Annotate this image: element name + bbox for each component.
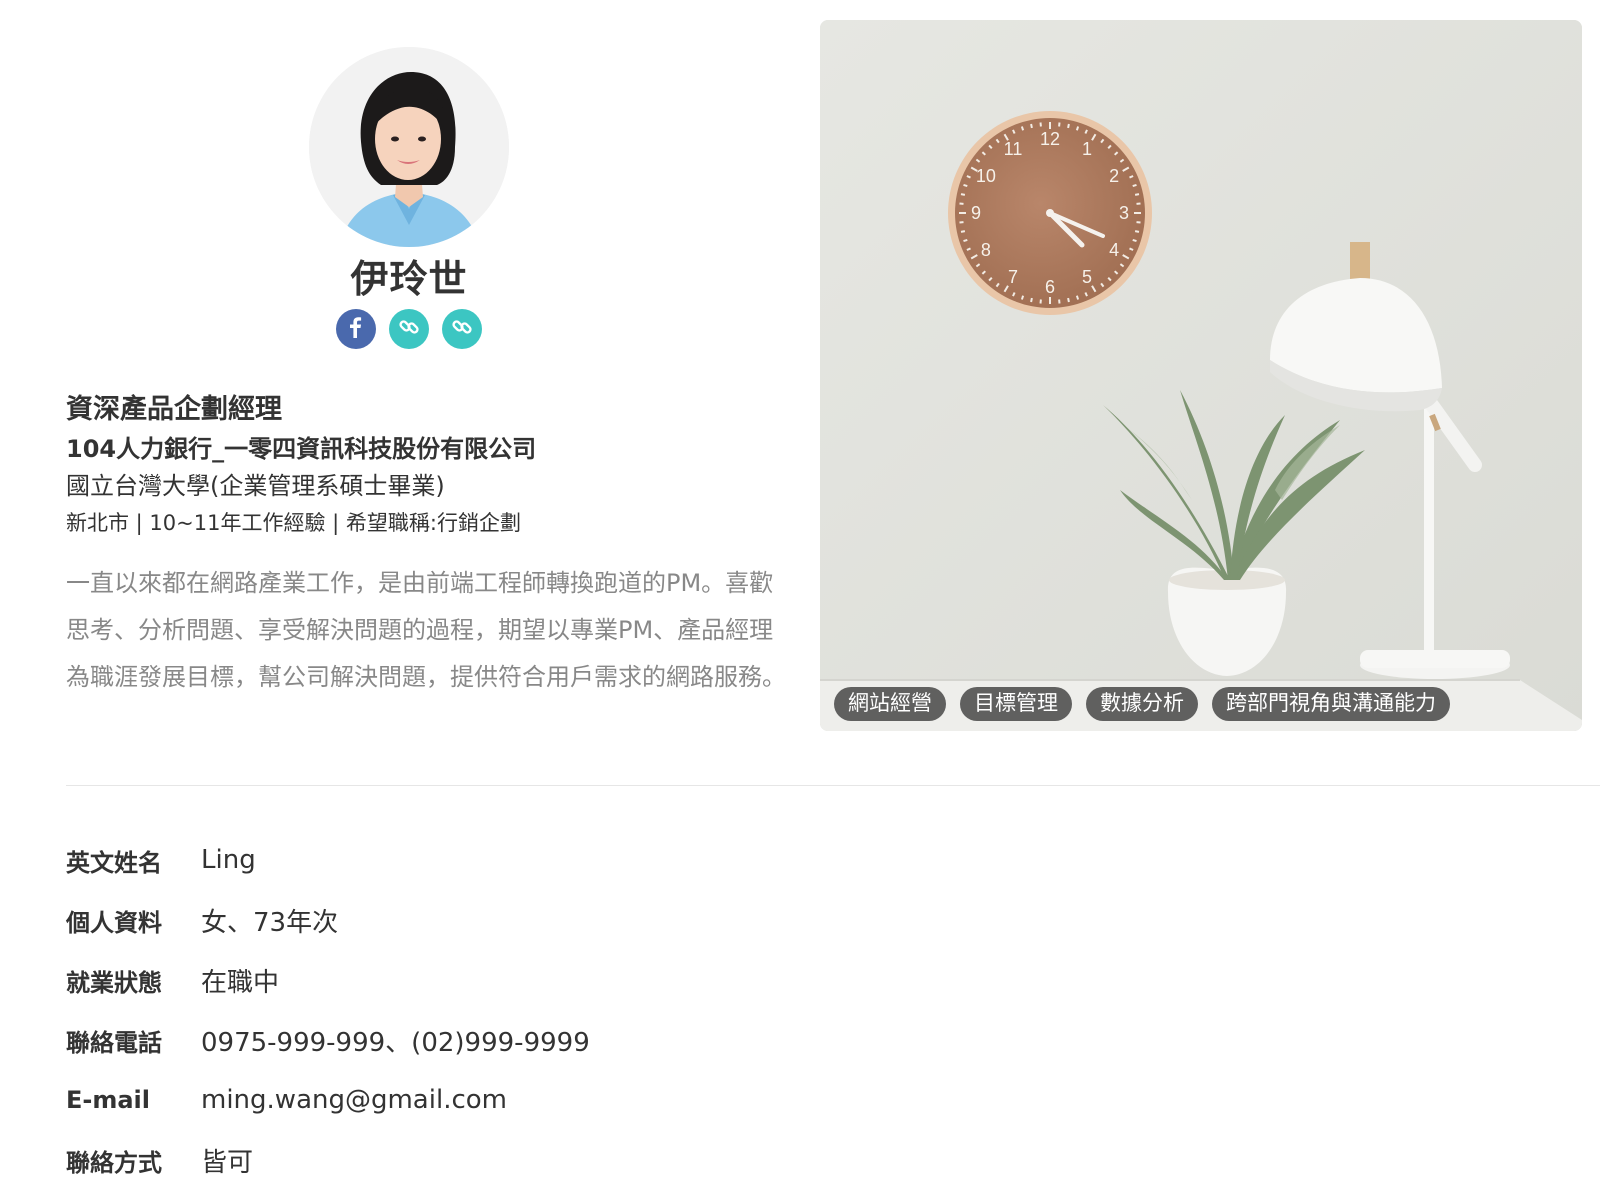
info-row-employment-status: 就業狀態 在職中 [66,950,590,1010]
info-value: Ling [201,845,256,875]
clock-number: 12 [1040,129,1060,149]
info-label: 個人資料 [66,908,162,937]
facebook-link-button[interactable] [336,309,376,349]
clock-tick [1132,183,1137,188]
info-label: 聯絡電話 [66,1028,162,1057]
skill-tag[interactable]: 數據分析 [1086,687,1198,721]
clock-number: 6 [1045,277,1055,297]
facebook-icon [346,316,366,342]
skill-tag[interactable]: 網站經營 [834,687,946,721]
education: 國立台灣大學(企業管理系碩士畢業) [66,472,445,500]
skill-tags: 網站經營 目標管理 數據分析 跨部門視角與溝通能力 [834,687,1450,721]
clock-tick [1030,297,1033,303]
clock-tick [963,183,968,188]
clock-tick [1075,295,1080,300]
clock-tick [963,238,968,243]
clock-number: 7 [1008,267,1018,287]
clock-number: 2 [1109,166,1119,186]
social-links [336,309,482,349]
info-value[interactable]: ming.wang@gmail.com [201,1085,507,1115]
info-row-english-name: 英文姓名 Ling [66,830,590,890]
clock-number: 9 [971,203,981,223]
clock-tick [1134,230,1140,233]
clock-number: 3 [1119,203,1129,223]
info-label: 聯絡方式 [66,1148,162,1177]
resume-profile-page: 伊玲世 資深產品企劃經理 104人力銀行_一零四資訊科技股份有限公司 國立台灣大… [0,0,1600,1200]
clock-number: 8 [981,240,991,260]
company-name: 104人力銀行_一零四資訊科技股份有限公司 [66,435,537,463]
self-introduction: 一直以來都在網路產業工作，是由前端工程師轉換跑道的PM。喜歡思考、分析問題、享受… [66,569,786,691]
skill-tag[interactable]: 目標管理 [960,687,1072,721]
clock-number: 5 [1082,267,1092,287]
wall-clock-image: 12 1234567891011 [948,111,1152,315]
personal-info-list: 英文姓名 Ling 個人資料 女、73年次 就業狀態 在職中 聯絡電話 0975… [66,830,590,1190]
section-divider [66,785,1600,786]
profile-meta: 新北市 | 10~11年工作經驗 | 希望職稱:行銷企劃 [66,511,521,535]
info-value: 女、73年次 [201,907,339,938]
info-row-email: E-mail ming.wang@gmail.com [66,1070,590,1130]
info-value: 皆可 [201,1147,254,1178]
clock-tick [1132,238,1137,243]
job-title: 資深產品企劃經理 [66,394,282,425]
website-link-button-1[interactable] [389,309,429,349]
clock-tick [1075,126,1080,131]
clock-tick [1067,123,1070,129]
clock-tick [1020,126,1025,131]
clock-tick [1134,193,1140,196]
clock-number: 10 [976,166,996,186]
cover-photo: 12 1 2 3 4 5 6 7 8 9 10 11 網站經營 目標管理 數據分… [820,20,1582,731]
profile-name: 伊玲世 [350,257,468,301]
info-label: 英文姓名 [66,848,162,877]
clock-number: 4 [1109,240,1119,260]
link-icon [398,316,420,342]
clock-tick [1030,123,1033,129]
clock-tick [960,230,966,233]
info-value[interactable]: 0975-999-999、(02)999-9999 [201,1022,590,1059]
clock-tick [1067,297,1070,303]
link-icon [451,316,473,342]
avatar [309,47,509,247]
info-label: E-mail [66,1086,151,1114]
info-label: 就業狀態 [66,968,162,997]
clock-tick [1020,295,1025,300]
clock-tick [960,193,966,196]
website-link-button-2[interactable] [442,309,482,349]
skill-tag[interactable]: 跨部門視角與溝通能力 [1212,687,1450,721]
info-value: 在職中 [201,967,280,998]
info-row-contact-method: 聯絡方式 皆可 [66,1130,590,1190]
clock-number: 1 [1082,139,1092,159]
clock-number: 11 [1004,139,1023,159]
info-row-phone: 聯絡電話 0975-999-999、(02)999-9999 [66,1010,590,1070]
info-row-personal-data: 個人資料 女、73年次 [66,890,590,950]
